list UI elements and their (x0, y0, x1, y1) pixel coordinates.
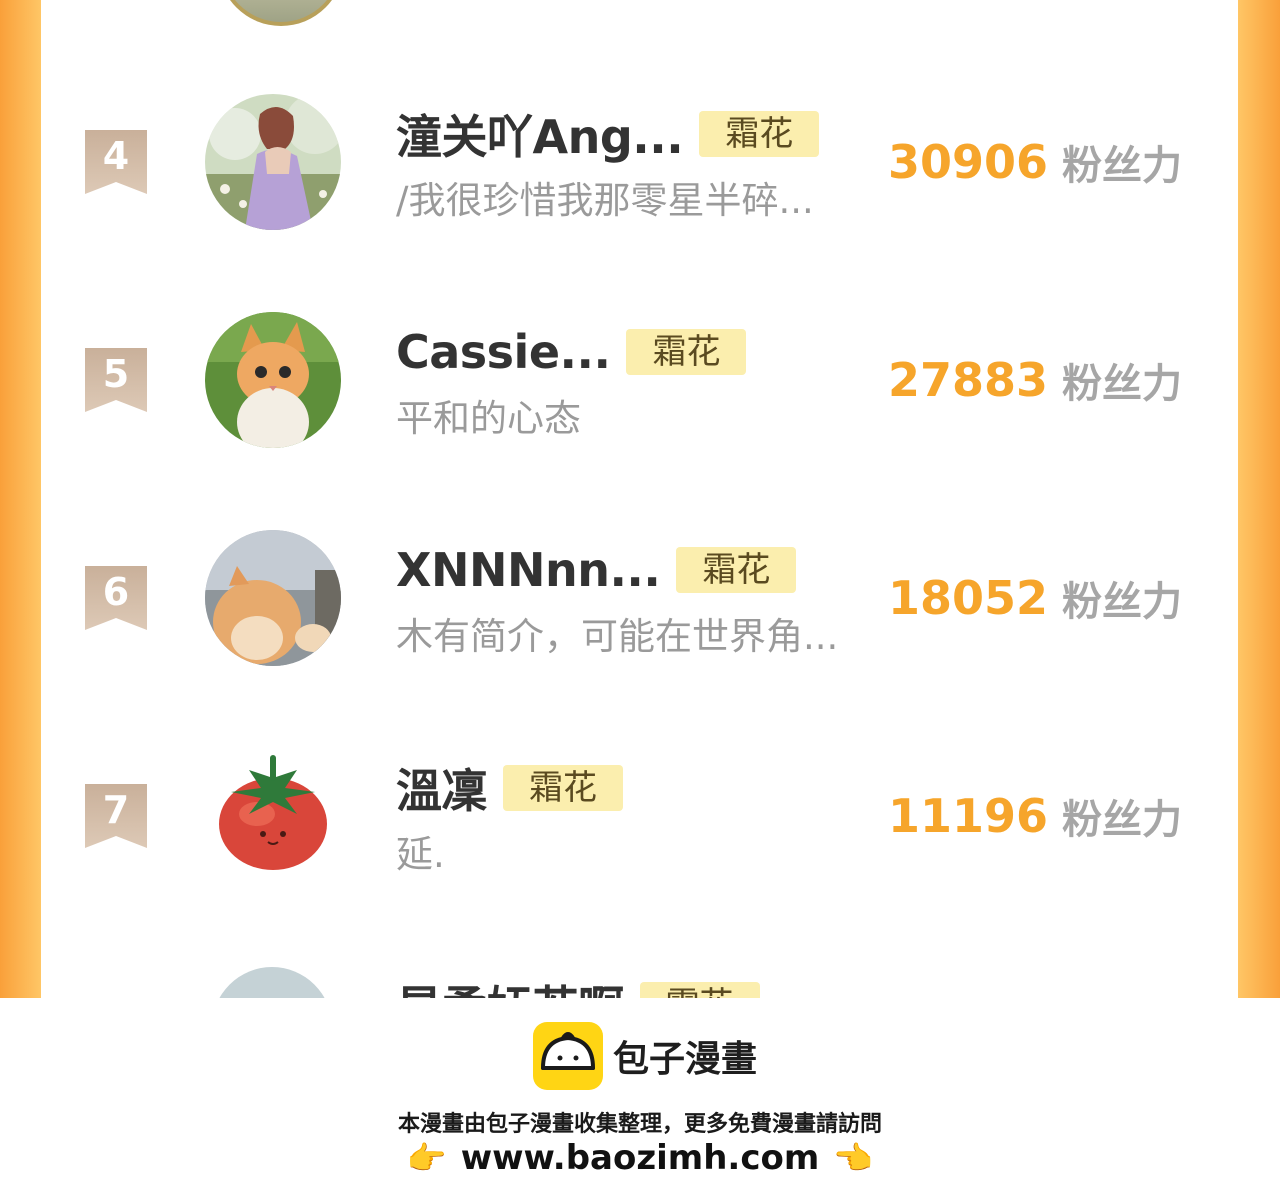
rank-badge: 6 (85, 566, 147, 630)
avatar[interactable] (212, 967, 332, 998)
leaderboard-row-partial[interactable]: 星柔妩若啊 霜花 (0, 965, 1280, 998)
user-bio: /我很珍惜我那零星半碎... (396, 179, 814, 222)
username[interactable]: 潼关吖Ang... (396, 101, 684, 167)
rank-badge: 4 (85, 130, 147, 194)
footer-notice: 本漫畫由包子漫畫收集整理，更多免費漫畫請訪問 (397, 1112, 882, 1137)
fan-power: 11196 粉丝力 (888, 786, 1182, 846)
rank-number: 5 (102, 352, 130, 396)
leaderboard-row[interactable]: 5 Cassie... 霜花 平和的心态 27883 粉丝力 (0, 308, 1280, 458)
bun-logo-icon (533, 1022, 603, 1090)
name-line: 星柔妩若啊 霜花 (396, 977, 760, 998)
rank-badge: 5 (85, 348, 147, 412)
user-bio: 木有简介，可能在世界角... (396, 615, 839, 658)
fan-level-tag: 霜花 (503, 765, 623, 811)
user-bio: 平和的心态 (396, 397, 581, 440)
footer-url-line: 👉 www.baozimh.com 👈 (0, 1138, 1280, 1178)
user-bio: 延. (396, 833, 445, 876)
leaderboard-row[interactable]: 6 XNNNnn... 霜花 木有简介，可能在世界角... 18052 粉丝力 (0, 526, 1280, 676)
brand-name: 包子漫畫 (613, 1039, 758, 1080)
leaderboard-frame: 4 潼关吖Ang... 霜花 /我很珍惜我那零星半碎... 30906 粉丝力 (0, 0, 1280, 998)
fan-power-value: 27883 (888, 353, 1049, 407)
footer: 包子漫畫 本漫畫由包子漫畫收集整理，更多免費漫畫請訪問 👉 www.baozim… (0, 998, 1280, 1199)
leaderboard-row[interactable]: 4 潼关吖Ang... 霜花 /我很珍惜我那零星半碎... 30906 粉丝力 (0, 90, 1280, 240)
fan-power-value: 11196 (888, 789, 1049, 843)
pointing-right-icon: 👉 (406, 1139, 447, 1177)
username[interactable]: 星柔妩若啊 (396, 972, 624, 998)
fan-power-unit: 粉丝力 (1062, 797, 1183, 843)
fan-power-unit: 粉丝力 (1062, 143, 1183, 189)
name-line: XNNNnn... 霜花 (396, 542, 797, 598)
name-line: 溫凜 霜花 (396, 760, 623, 818)
rank-number: 4 (102, 134, 130, 178)
fan-power-unit: 粉丝力 (1062, 361, 1183, 407)
fan-power-unit: 粉丝力 (1062, 579, 1183, 625)
username[interactable]: XNNNnn... (396, 543, 661, 597)
pointing-left-icon: 👈 (833, 1139, 874, 1177)
fan-power: 27883 粉丝力 (888, 350, 1182, 410)
avatar[interactable] (205, 94, 341, 230)
rank-badge: 7 (85, 784, 147, 848)
avatar[interactable] (205, 530, 341, 666)
fan-level-tag: 霜花 (699, 111, 820, 157)
name-line: Cassie... 霜花 (396, 324, 747, 380)
rank-number: 6 (102, 570, 130, 614)
fan-power: 18052 粉丝力 (888, 568, 1182, 628)
rank-number: 7 (102, 788, 130, 832)
fan-power: 30906 粉丝力 (888, 132, 1182, 192)
avatar[interactable] (205, 312, 341, 448)
fan-power-value: 30906 (888, 135, 1049, 189)
fan-level-tag: 霜花 (639, 982, 760, 998)
brand-logo[interactable]: 包子漫畫 (533, 1022, 757, 1090)
name-line: 潼关吖Ang... 霜花 (396, 106, 820, 164)
username[interactable]: Cassie... (396, 325, 611, 379)
username[interactable]: 溫凜 (396, 755, 488, 821)
site-url-link[interactable]: www.baozimh.com (461, 1138, 820, 1178)
fan-power-value: 18052 (888, 571, 1049, 625)
fan-level-tag: 霜花 (676, 547, 797, 593)
avatar[interactable] (205, 748, 341, 884)
leaderboard-row[interactable]: 7 溫凜 霜花 延. 11196 粉丝力 (0, 744, 1280, 894)
fan-level-tag: 霜花 (626, 329, 747, 375)
